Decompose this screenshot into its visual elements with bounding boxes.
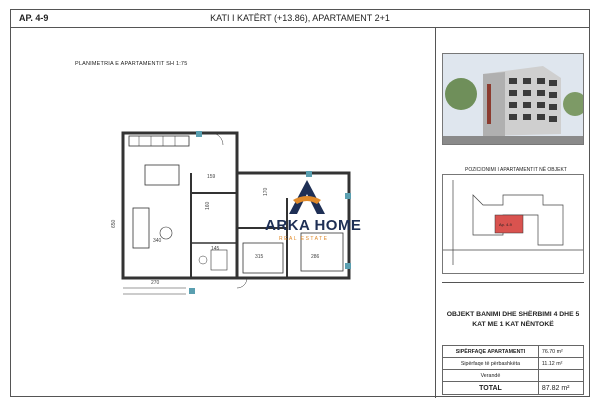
area-value: 11.12 m²	[537, 357, 585, 370]
area-value: 76.70 m²	[537, 345, 585, 358]
dim-label: 159	[207, 174, 216, 180]
area-label: Sipërfaqe të përbashkëta	[442, 357, 539, 370]
area-label: TOTAL	[442, 381, 539, 395]
table-row: TOTAL 87.82 m²	[442, 381, 585, 395]
brand-tagline: REAL ESTATE	[279, 236, 329, 242]
document-sheet: AP. 4-9 KATI I KATËRT (+13.86), APARTAME…	[10, 9, 591, 398]
area-value	[537, 369, 585, 382]
dim-label: 160	[205, 201, 211, 210]
table-row: SIPËRFAQE APARTAMENTI 76.70 m²	[442, 345, 585, 358]
area-table: SIPËRFAQE APARTAMENTI 76.70 m² Sipërfaqe…	[442, 345, 585, 395]
living-room-walls	[121, 131, 239, 280]
table-row: Verandë	[442, 369, 585, 382]
site-plan-drawing: Ap. 4-9	[443, 180, 583, 265]
dim-label: 340	[153, 238, 162, 244]
description-line: OBJEKT BANIMI DHE SHËRBIMI 4 DHE 5	[446, 311, 580, 318]
area-value: 87.82 m²	[537, 381, 585, 395]
dim-label: 270	[151, 280, 160, 286]
site-plan: Ap. 4-9	[442, 174, 584, 274]
dim-label: 170	[263, 187, 269, 196]
unit-label: Ap. 4-9	[499, 222, 513, 227]
area-label: SIPËRFAQE APARTAMENTI	[442, 345, 539, 358]
page-title: KATI I KATËRT (+13.86), APARTAMENT 2+1	[210, 13, 390, 23]
area-label: Verandë	[442, 369, 539, 382]
building-description: OBJEKT BANIMI DHE SHËRBIMI 4 DHE 5 KAT M…	[442, 282, 584, 348]
dim-label: 315	[255, 254, 264, 260]
dim-label: 650	[111, 219, 117, 228]
header-bar: AP. 4-9 KATI I KATËRT (+13.86), APARTAME…	[11, 10, 589, 28]
info-column: POZICIONIMI I APARTAMENTIT NË OBJEKT Ap.…	[435, 28, 591, 398]
dim-label: 286	[311, 254, 320, 260]
table-row: Sipërfaqe të përbashkëta 11.12 m²	[442, 357, 585, 370]
dim-label: 145	[211, 246, 220, 252]
building-image	[443, 54, 583, 144]
description-line: KAT ME 1 KAT NËNTOKË	[472, 321, 554, 328]
building-render	[442, 53, 584, 145]
brand-logo-icon	[289, 180, 325, 214]
floor-plan: 159 650 340 145 315 286 270 170 160	[111, 131, 351, 295]
brand-name: ARKA HOME	[265, 217, 362, 234]
position-title: POZICIONIMI I APARTAMENTIT NË OBJEKT	[465, 167, 567, 173]
